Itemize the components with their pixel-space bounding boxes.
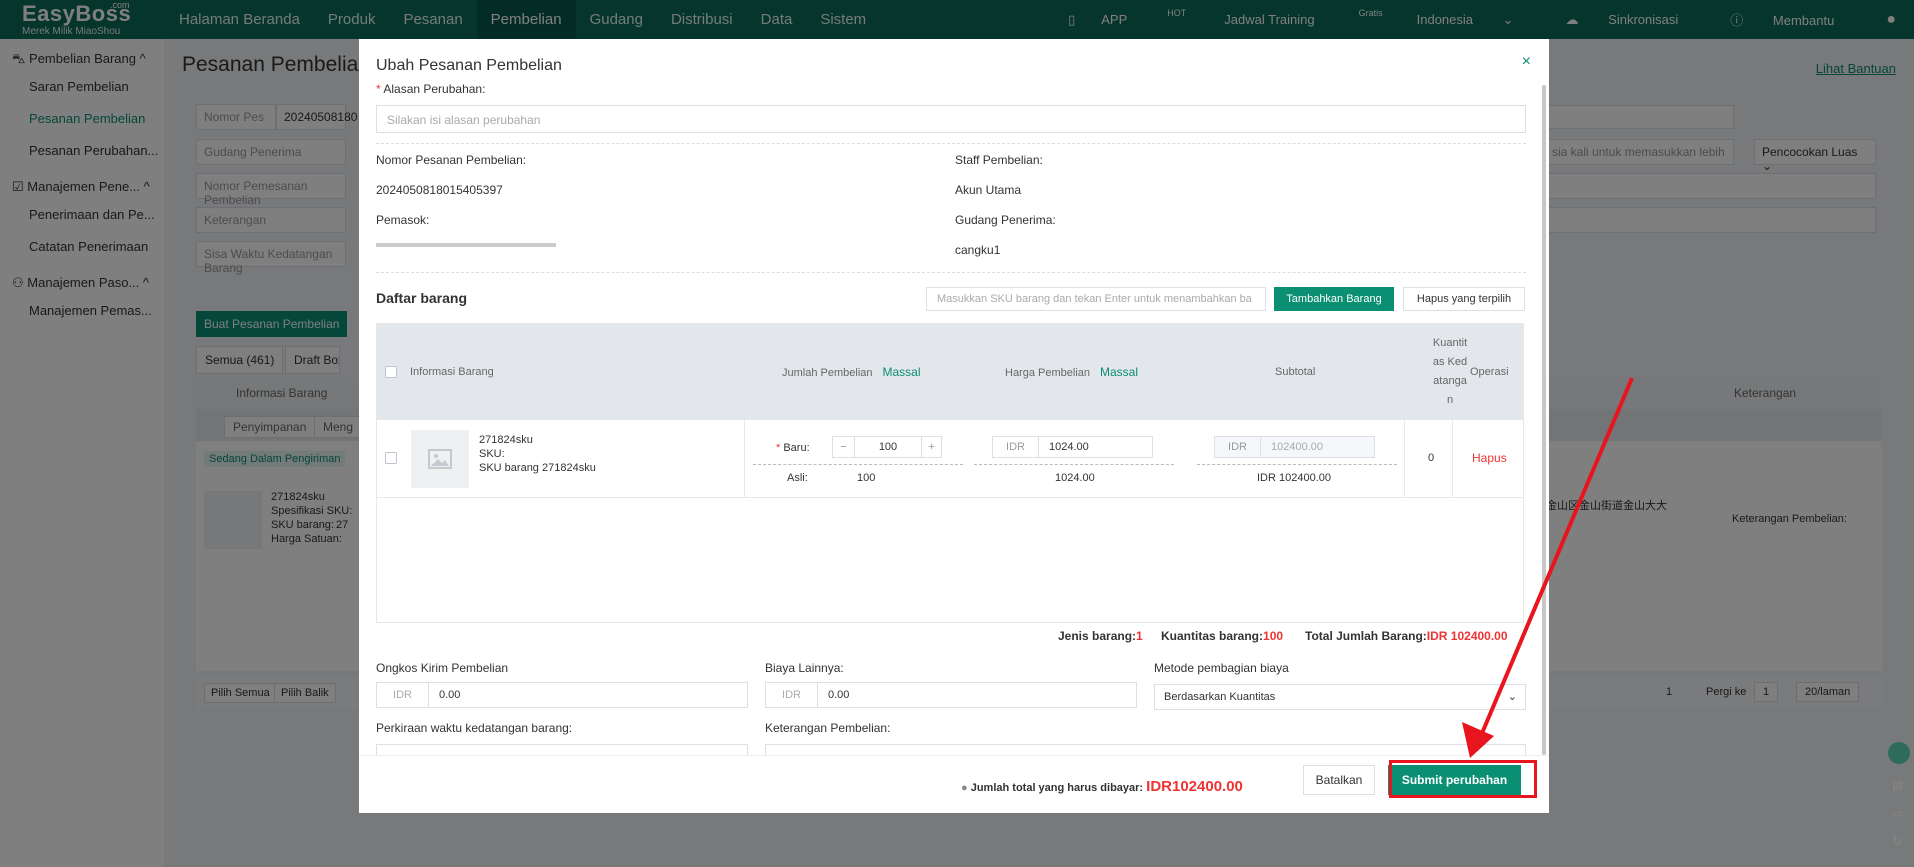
- right-floating-tools: ▤ ▭ ↻: [1884, 740, 1914, 860]
- refresh-icon[interactable]: ↻: [1892, 834, 1902, 848]
- notes-icon[interactable]: ▤: [1892, 778, 1903, 792]
- avatar[interactable]: [1888, 742, 1910, 764]
- annotation-arrow: [1462, 377, 1634, 758]
- chat-icon[interactable]: ▭: [1892, 806, 1903, 820]
